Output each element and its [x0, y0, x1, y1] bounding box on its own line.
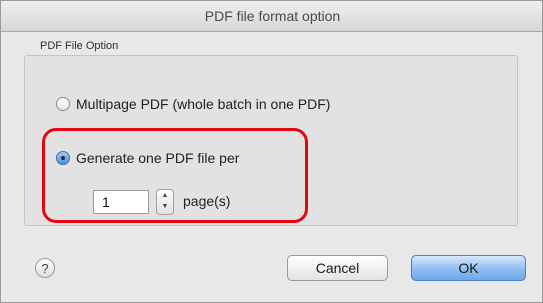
pdf-format-dialog: PDF file format option PDF File Option M… — [0, 0, 543, 303]
cancel-button[interactable]: Cancel — [287, 255, 388, 281]
multipage-pdf-option[interactable]: Multipage PDF (whole batch in one PDF) — [56, 96, 330, 112]
group-label: PDF File Option — [40, 40, 119, 52]
title-bar[interactable]: PDF file format option — [1, 1, 542, 32]
ok-button[interactable]: OK — [411, 255, 526, 281]
multipage-pdf-radio-icon[interactable] — [56, 97, 70, 111]
window-title: PDF file format option — [204, 8, 341, 24]
help-button[interactable]: ? — [35, 258, 55, 278]
multipage-pdf-label: Multipage PDF (whole batch in one PDF) — [76, 96, 331, 112]
red-highlight-annotation — [42, 128, 308, 223]
